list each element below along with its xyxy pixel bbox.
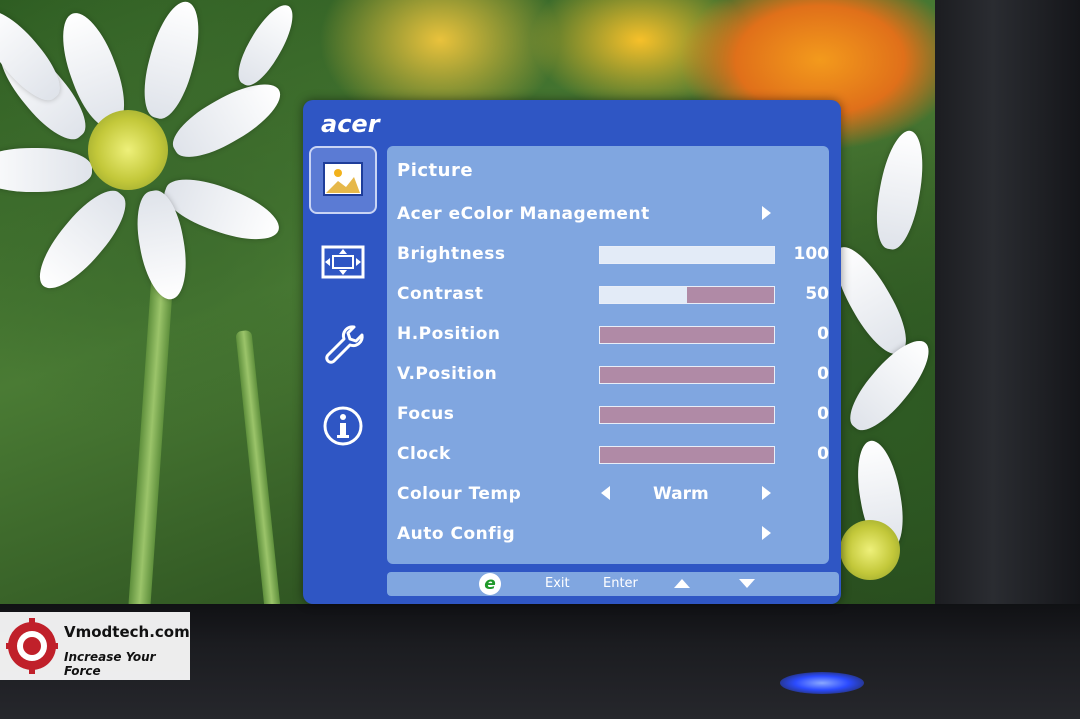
menu-item-h-position[interactable]: H.Position 0 <box>397 318 829 352</box>
down-arrow-icon[interactable] <box>739 579 755 588</box>
brightness-value: 100 <box>793 244 830 264</box>
menu-item-label: V.Position <box>397 364 498 384</box>
flower-petal <box>135 0 209 124</box>
menu-item-auto-config[interactable]: Auto Config <box>397 518 829 552</box>
slider-fill <box>600 247 774 263</box>
menu-item-ecolor[interactable]: Acer eColor Management <box>397 198 829 232</box>
up-arrow-icon[interactable] <box>674 579 690 588</box>
flower-center <box>840 520 900 580</box>
eco-icon[interactable]: e <box>479 573 501 595</box>
osd-footer: e Exit Enter <box>387 572 839 596</box>
tab-position[interactable] <box>309 228 377 296</box>
flower-petal <box>26 179 138 301</box>
tab-information[interactable] <box>309 392 377 460</box>
slider-fill <box>600 287 687 303</box>
flower-stem <box>235 329 281 611</box>
menu-item-label: Brightness <box>397 244 506 264</box>
colour-temp-value: Warm <box>653 484 709 504</box>
h-position-value: 0 <box>817 324 829 344</box>
power-led <box>780 672 864 694</box>
panel-title: Picture <box>397 160 474 181</box>
menu-item-label: Clock <box>397 444 451 464</box>
tab-settings[interactable] <box>309 310 377 378</box>
arrow-right-icon <box>762 206 771 220</box>
brightness-slider[interactable] <box>599 246 775 264</box>
watermark-site: Vmodtech.com <box>64 623 190 641</box>
menu-item-label: Focus <box>397 404 455 424</box>
menu-item-v-position[interactable]: V.Position 0 <box>397 358 829 392</box>
info-icon <box>323 406 363 446</box>
arrow-left-icon[interactable] <box>601 486 610 500</box>
brand-logo: acer <box>321 110 380 138</box>
menu-item-brightness[interactable]: Brightness 100 <box>397 238 829 272</box>
clock-value: 0 <box>817 444 829 464</box>
menu-item-label: Colour Temp <box>397 484 522 504</box>
flower-petal <box>0 148 92 192</box>
watermark-tagline: Increase Your Force <box>64 650 156 678</box>
menu-item-label: Acer eColor Management <box>397 204 650 224</box>
focus-slider[interactable] <box>599 406 775 424</box>
vmodtech-logo-icon <box>6 618 58 674</box>
tab-picture[interactable] <box>309 146 377 214</box>
v-position-slider[interactable] <box>599 366 775 384</box>
contrast-value: 50 <box>805 284 829 304</box>
flower-petal <box>869 127 931 253</box>
flower-petal <box>229 0 303 92</box>
enter-button[interactable]: Enter <box>603 576 638 591</box>
menu-item-label: Contrast <box>397 284 484 304</box>
menu-item-contrast[interactable]: Contrast 50 <box>397 278 829 312</box>
osd-menu: acer Picture Acer eColor Management Brig… <box>303 100 841 604</box>
clock-slider[interactable] <box>599 446 775 464</box>
menu-item-label: H.Position <box>397 324 501 344</box>
menu-item-clock[interactable]: Clock 0 <box>397 438 829 472</box>
menu-item-focus[interactable]: Focus 0 <box>397 398 829 432</box>
arrow-right-icon[interactable] <box>762 486 771 500</box>
menu-item-colour-temp[interactable]: Colour Temp Warm <box>397 478 829 512</box>
h-position-slider[interactable] <box>599 326 775 344</box>
wrench-icon <box>325 325 364 364</box>
contrast-slider[interactable] <box>599 286 775 304</box>
picture-icon <box>323 162 363 196</box>
watermark: Vmodtech.com Increase Your Force <box>0 612 190 680</box>
flower-stem <box>128 269 174 611</box>
exit-button[interactable]: Exit <box>545 576 570 591</box>
position-icon <box>321 245 365 279</box>
arrow-right-icon <box>762 526 771 540</box>
osd-settings-panel: Picture Acer eColor Management Brightnes… <box>387 146 829 564</box>
focus-value: 0 <box>817 404 829 424</box>
v-position-value: 0 <box>817 364 829 384</box>
flower-center <box>88 110 168 190</box>
menu-item-label: Auto Config <box>397 524 516 544</box>
